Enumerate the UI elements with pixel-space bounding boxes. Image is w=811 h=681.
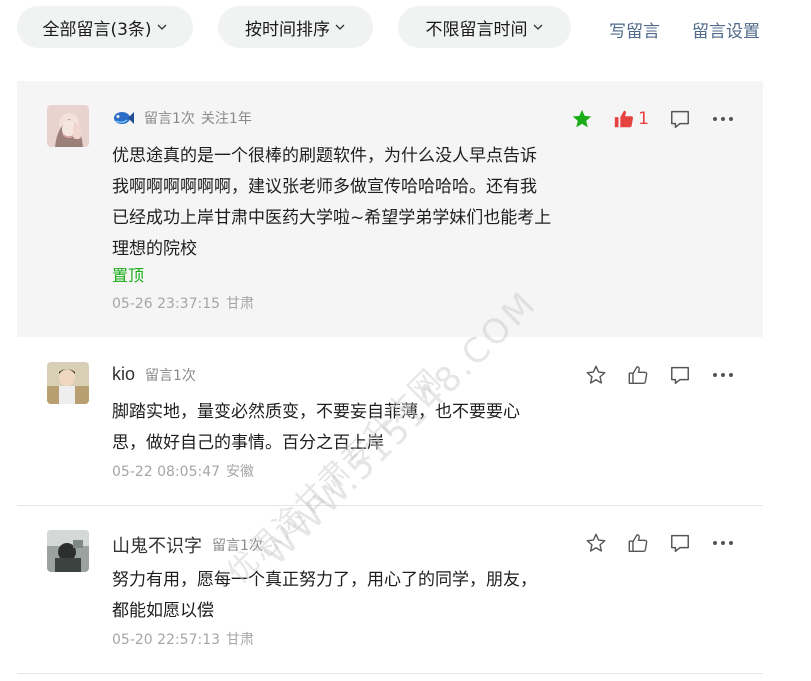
comment-actions bbox=[565, 364, 735, 386]
comment-actions: 1 bbox=[551, 108, 735, 130]
comment-location: 甘肃 bbox=[226, 632, 255, 648]
star-outline-icon bbox=[585, 532, 607, 554]
comment-header: 山鬼不识字 留言1次 bbox=[112, 532, 263, 558]
comment-text: 努力有用，愿每一个真正努力了，用心了的同学，朋友，都能如愿以偿 bbox=[112, 570, 537, 621]
chevron-down-icon bbox=[532, 21, 544, 33]
more-dots-icon bbox=[711, 108, 735, 130]
comment-location: 甘肃 bbox=[226, 296, 255, 312]
comment-location: 安徽 bbox=[226, 464, 255, 480]
comment-item: 山鬼不识字 留言1次 努力有用，愿每一个真正努力了，用心了的同学，朋友，都能如愿… bbox=[17, 506, 763, 674]
avatar[interactable] bbox=[47, 530, 89, 572]
more-options-button[interactable] bbox=[711, 108, 735, 130]
comment-item: 留言1次 关注1年 1 优思途真的是一个很棒的刷题软件，为什么没人早点告诉我啊啊… bbox=[17, 81, 763, 337]
star-button[interactable] bbox=[585, 532, 607, 554]
filter-all-label: 全部留言(3条) bbox=[42, 19, 152, 40]
comment-timestamp: 05-26 23:37:15 bbox=[112, 296, 221, 312]
time-range-dropdown[interactable]: 不限留言时间 bbox=[398, 6, 571, 48]
filter-all-comments-dropdown[interactable]: 全部留言(3条) bbox=[17, 6, 193, 48]
star-button[interactable] bbox=[571, 108, 593, 130]
like-count: 1 bbox=[638, 109, 649, 129]
comment-header: 留言1次 关注1年 bbox=[112, 108, 252, 128]
comment-bubble-icon bbox=[669, 364, 691, 386]
avatar[interactable] bbox=[47, 362, 89, 404]
comment-text: 脚踏实地，量变必然质变，不要妄自菲薄，也不要要心思，做好自己的事情。百分之百上岸 bbox=[112, 402, 520, 453]
comment-timestamp: 05-22 08:05:47 bbox=[112, 464, 221, 480]
reply-button[interactable] bbox=[669, 108, 691, 130]
more-options-button[interactable] bbox=[711, 364, 735, 386]
star-button[interactable] bbox=[585, 364, 607, 386]
comment-text: 优思途真的是一个很棒的刷题软件，为什么没人早点告诉我啊啊啊啊啊啊，建议张老师多做… bbox=[112, 146, 552, 259]
star-outline-icon bbox=[585, 364, 607, 386]
more-options-button[interactable] bbox=[711, 532, 735, 554]
comment-count: 留言1次 bbox=[144, 111, 195, 127]
write-comment-link[interactable]: 写留言 bbox=[609, 17, 660, 42]
thumbs-up-outline-icon bbox=[627, 532, 649, 554]
more-dots-icon bbox=[711, 532, 735, 554]
comment-divider bbox=[17, 673, 763, 674]
comment-timestamp: 05-20 22:57:13 bbox=[112, 632, 221, 648]
sort-label: 按时间排序 bbox=[245, 19, 330, 40]
comment-time: 05-20 22:57:13 甘肃 bbox=[112, 629, 254, 649]
like-button[interactable] bbox=[627, 364, 649, 386]
nickname[interactable]: kio bbox=[112, 364, 135, 385]
comment-header: kio 留言1次 bbox=[112, 364, 196, 385]
comment-settings-link[interactable]: 留言设置 bbox=[692, 17, 760, 42]
comment-count: 留言1次 bbox=[212, 538, 263, 554]
follow-duration: 关注1年 bbox=[200, 111, 252, 127]
more-dots-icon bbox=[711, 364, 735, 386]
time-range-label: 不限留言时间 bbox=[425, 19, 528, 40]
pinned-tag: 置顶 bbox=[112, 266, 145, 285]
comment-actions bbox=[565, 532, 735, 554]
thumbs-up-filled-icon bbox=[613, 108, 635, 130]
comment-item: kio 留言1次 脚踏实地，量变必然质变，不要妄自菲薄，也不要要心思，做好自己的… bbox=[17, 338, 763, 506]
comment-bubble-icon bbox=[669, 532, 691, 554]
comment-time: 05-22 08:05:47 安徽 bbox=[112, 461, 254, 481]
sort-dropdown[interactable]: 按时间排序 bbox=[218, 6, 373, 48]
chevron-down-icon bbox=[156, 21, 168, 33]
like-button[interactable]: 1 bbox=[613, 108, 649, 130]
comment-bubble-icon bbox=[669, 108, 691, 130]
thumbs-up-outline-icon bbox=[627, 364, 649, 386]
chevron-down-icon bbox=[334, 21, 346, 33]
comment-time: 05-26 23:37:15 甘肃 bbox=[112, 293, 254, 313]
reply-button[interactable] bbox=[669, 364, 691, 386]
comment-count: 留言1次 bbox=[145, 367, 196, 384]
star-filled-icon bbox=[571, 108, 593, 130]
nickname[interactable]: 山鬼不识字 bbox=[112, 532, 202, 558]
reply-button[interactable] bbox=[669, 532, 691, 554]
like-button[interactable] bbox=[627, 532, 649, 554]
fish-logo-icon[interactable] bbox=[112, 109, 134, 127]
avatar[interactable] bbox=[47, 105, 89, 147]
